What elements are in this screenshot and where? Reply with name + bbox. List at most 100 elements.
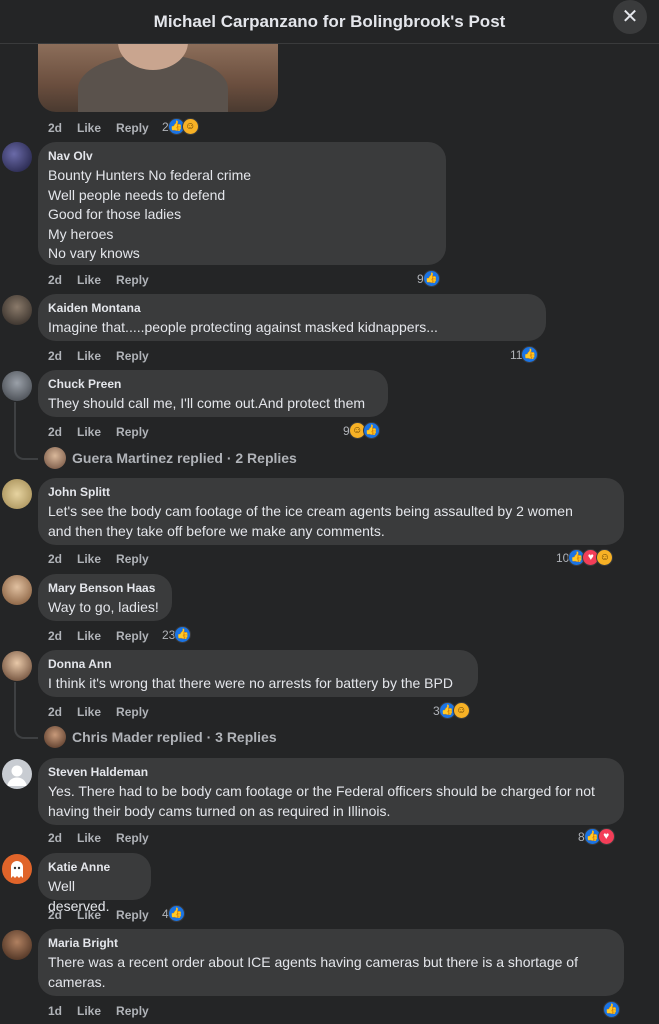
comment-bubble: Maria Bright There was a recent order ab… <box>38 929 624 996</box>
comment-bubble: Donna Ann I think it's wrong that there … <box>38 650 478 697</box>
reaction-summary[interactable]: 10 👍 ♥ ☺ <box>556 549 614 566</box>
comment-age: 2d <box>48 705 63 719</box>
avatar[interactable] <box>2 479 32 509</box>
reply-link[interactable]: Reply <box>116 349 149 363</box>
comment-bubble: Steven Haldeman Yes. There had to be bod… <box>38 758 624 825</box>
comment-age: 1d <box>48 1004 63 1018</box>
comment-age: 2d <box>48 425 63 439</box>
reaction-summary[interactable]: 3 👍 ☺ <box>433 702 470 719</box>
like-link[interactable]: Like <box>77 425 101 439</box>
like-reaction-icon: 👍 <box>422 270 440 287</box>
like-link[interactable]: Like <box>77 349 101 363</box>
comment-text: There was a recent order about ICE agent… <box>48 954 578 990</box>
comment-bubble: Kaiden Montana Imagine that.....people p… <box>38 294 546 341</box>
reaction-count: 10 <box>556 550 570 565</box>
reaction-summary[interactable]: 2 👍 ☺ <box>162 118 199 135</box>
reaction-summary[interactable]: 👍 <box>603 1001 620 1018</box>
reply-link[interactable]: Reply <box>116 121 149 135</box>
haha-reaction-icon: ☺ <box>181 118 199 135</box>
like-reaction-icon: 👍 <box>167 905 185 922</box>
comment-actions: 2d Like Reply <box>48 629 164 643</box>
reply-link[interactable]: Reply <box>116 1004 149 1018</box>
like-link[interactable]: Like <box>77 629 101 643</box>
comment-age: 2d <box>48 349 63 363</box>
close-icon: ✕ <box>621 6 639 28</box>
avatar[interactable] <box>2 575 32 605</box>
commenter-name[interactable]: Maria Bright <box>48 936 613 950</box>
haha-reaction-icon: ☺ <box>452 702 470 719</box>
comment-bubble: John Splitt Let's see the body cam foota… <box>38 478 624 545</box>
view-replies-text[interactable]: Guera Martinez replied · 2 Replies <box>72 450 297 466</box>
default-user-icon <box>7 765 27 786</box>
avatar[interactable] <box>2 930 32 960</box>
avatar[interactable] <box>2 142 32 172</box>
reply-link[interactable]: Reply <box>116 908 149 922</box>
comment-actions: 2d Like Reply <box>48 908 164 922</box>
like-link[interactable]: Like <box>77 831 101 845</box>
comment-actions: 2d Like Reply <box>48 121 164 135</box>
reply-link[interactable]: Reply <box>116 425 149 439</box>
comment-bubble: Nav Olv Bounty Hunters No federal crime … <box>38 142 446 265</box>
comment-bubble: Katie Anne Well deserved. <box>38 853 151 914</box>
commenter-name[interactable]: Nav Olv <box>48 149 435 163</box>
comment-age: 2d <box>48 273 63 287</box>
like-reaction-icon: 👍 <box>174 626 192 643</box>
comment-actions: 2d Like Reply <box>48 552 164 566</box>
comment-age: 2d <box>48 908 63 922</box>
reaction-summary[interactable]: 9 👍 <box>417 270 440 287</box>
comment-actions: 2d Like Reply <box>48 273 164 287</box>
comment-text: Bounty Hunters No federal crime Well peo… <box>48 167 252 261</box>
avatar[interactable] <box>2 759 32 789</box>
reaction-summary[interactable]: 9 ☺ 👍 <box>343 422 380 439</box>
like-link[interactable]: Like <box>77 1004 101 1018</box>
comment-actions: 1d Like Reply <box>48 1004 164 1018</box>
thread-line <box>14 402 16 450</box>
comment-age: 2d <box>48 629 63 643</box>
commenter-name[interactable]: Mary Benson Haas <box>48 581 161 595</box>
like-reaction-icon: 👍 <box>362 422 380 439</box>
comment-text: Yes. There had to be body cam footage or… <box>48 783 595 819</box>
commenter-name[interactable]: Kaiden Montana <box>48 301 535 315</box>
like-link[interactable]: Like <box>77 705 101 719</box>
view-replies-text[interactable]: Chris Mader replied · 3 Replies <box>72 729 277 745</box>
like-reaction-icon: 👍 <box>603 1001 620 1018</box>
like-reaction-icon: 👍 <box>521 346 539 363</box>
thread-line <box>14 682 16 729</box>
reaction-count: 23 <box>162 627 176 642</box>
reply-link[interactable]: Reply <box>116 552 149 566</box>
avatar[interactable] <box>2 371 32 401</box>
avatar[interactable] <box>2 295 32 325</box>
reply-link[interactable]: Reply <box>116 629 149 643</box>
close-button[interactable]: ✕ <box>613 0 647 34</box>
commenter-name[interactable]: Steven Haldeman <box>48 765 613 779</box>
reply-link[interactable]: Reply <box>116 705 149 719</box>
view-replies-link[interactable]: Chris Mader replied · 3 Replies <box>44 726 277 748</box>
haha-reaction-icon: ☺ <box>596 549 614 566</box>
reaction-summary[interactable]: 11 👍 <box>510 346 539 363</box>
commenter-name[interactable]: Chuck Preen <box>48 377 377 391</box>
comment-age: 2d <box>48 121 63 135</box>
comment-actions: 2d Like Reply <box>48 705 164 719</box>
comment-actions: 2d Like Reply <box>48 831 164 845</box>
reply-link[interactable]: Reply <box>116 831 149 845</box>
commenter-name[interactable]: John Splitt <box>48 485 613 499</box>
like-link[interactable]: Like <box>77 273 101 287</box>
commenter-name[interactable]: Donna Ann <box>48 657 467 671</box>
like-link[interactable]: Like <box>77 121 101 135</box>
view-replies-link[interactable]: Guera Martinez replied · 2 Replies <box>44 447 297 469</box>
love-reaction-icon: ♥ <box>597 828 615 845</box>
comment-actions: 2d Like Reply <box>48 349 164 363</box>
reaction-summary[interactable]: 8 👍 ♥ <box>578 828 615 845</box>
reply-link[interactable]: Reply <box>116 273 149 287</box>
comment-age: 2d <box>48 552 63 566</box>
reaction-summary[interactable]: 23 👍 <box>162 626 192 643</box>
like-link[interactable]: Like <box>77 552 101 566</box>
like-link[interactable]: Like <box>77 908 101 922</box>
comment-text: Imagine that.....people protecting again… <box>48 319 438 335</box>
comment-bubble: Mary Benson Haas Way to go, ladies! <box>38 574 172 621</box>
commenter-name[interactable]: Katie Anne <box>48 860 140 874</box>
avatar[interactable] <box>2 651 32 681</box>
comment-photo[interactable] <box>38 44 278 112</box>
reaction-summary[interactable]: 4 👍 <box>162 905 185 922</box>
avatar[interactable] <box>2 854 32 884</box>
